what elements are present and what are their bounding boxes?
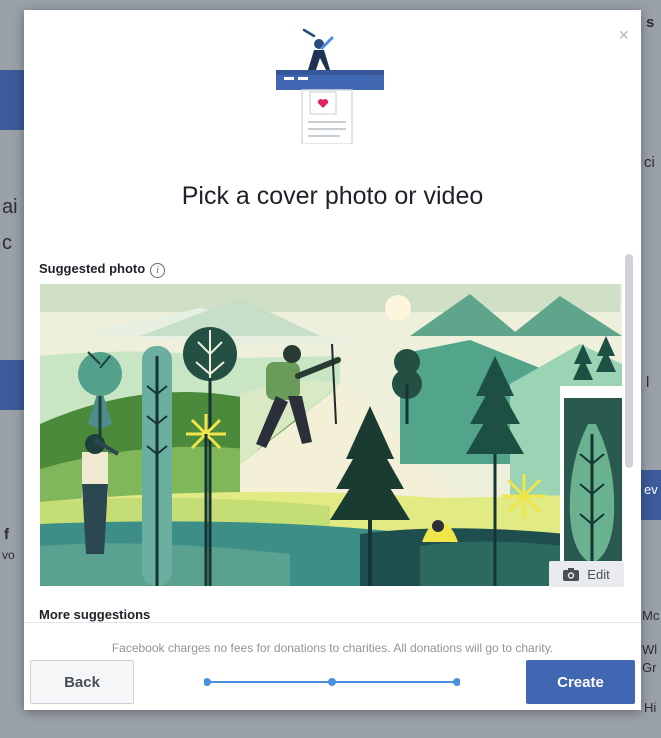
edit-label: Edit [587, 566, 610, 582]
progress-step-dot [453, 678, 460, 686]
background-text: s [646, 14, 655, 31]
background-blue-block [0, 70, 24, 130]
donation-fee-notice: Facebook charges no fees for donations t… [111, 641, 554, 655]
scrollbar-thumb[interactable] [625, 254, 633, 468]
suggested-photo-label: Suggested photo [39, 261, 146, 276]
background-text: f [4, 526, 9, 543]
background-text: Hi [644, 700, 657, 715]
background-text: ev [644, 482, 658, 497]
dialog-title: Pick a cover photo or video [181, 182, 484, 210]
background-text: ai [2, 196, 18, 218]
create-button[interactable]: Create [526, 660, 635, 704]
background-text: l [646, 374, 650, 391]
footer-divider [24, 622, 641, 623]
edit-photo-button[interactable]: Edit [549, 561, 624, 587]
suggested-photo-heading: Suggested photo i [39, 261, 166, 278]
suggested-cover-photo[interactable] [40, 284, 622, 586]
cover-photo-illustration [276, 28, 384, 144]
progress-step-dot [328, 678, 336, 686]
back-button[interactable]: Back [30, 660, 134, 704]
progress-step-dot [204, 678, 211, 686]
step-progress-indicator [204, 678, 460, 686]
background-text: ci [644, 154, 655, 171]
cover-suggestions-scroll-area[interactable]: Suggested photo i Edit More suggestions [24, 248, 641, 622]
camera-icon [563, 567, 580, 581]
background-text: Wl [642, 642, 658, 657]
create-fundraiser-dialog: × Pick a cover photo or video Suggested … [24, 10, 641, 710]
background-text: Gr [642, 660, 657, 675]
background-blue-block [0, 360, 24, 410]
more-suggestions-heading: More suggestions [39, 607, 151, 622]
background-text: vo [2, 548, 15, 562]
background-text: c [2, 232, 12, 254]
background-text: Mc [642, 608, 660, 623]
close-icon[interactable]: × [618, 26, 629, 44]
info-icon[interactable]: i [150, 263, 166, 278]
